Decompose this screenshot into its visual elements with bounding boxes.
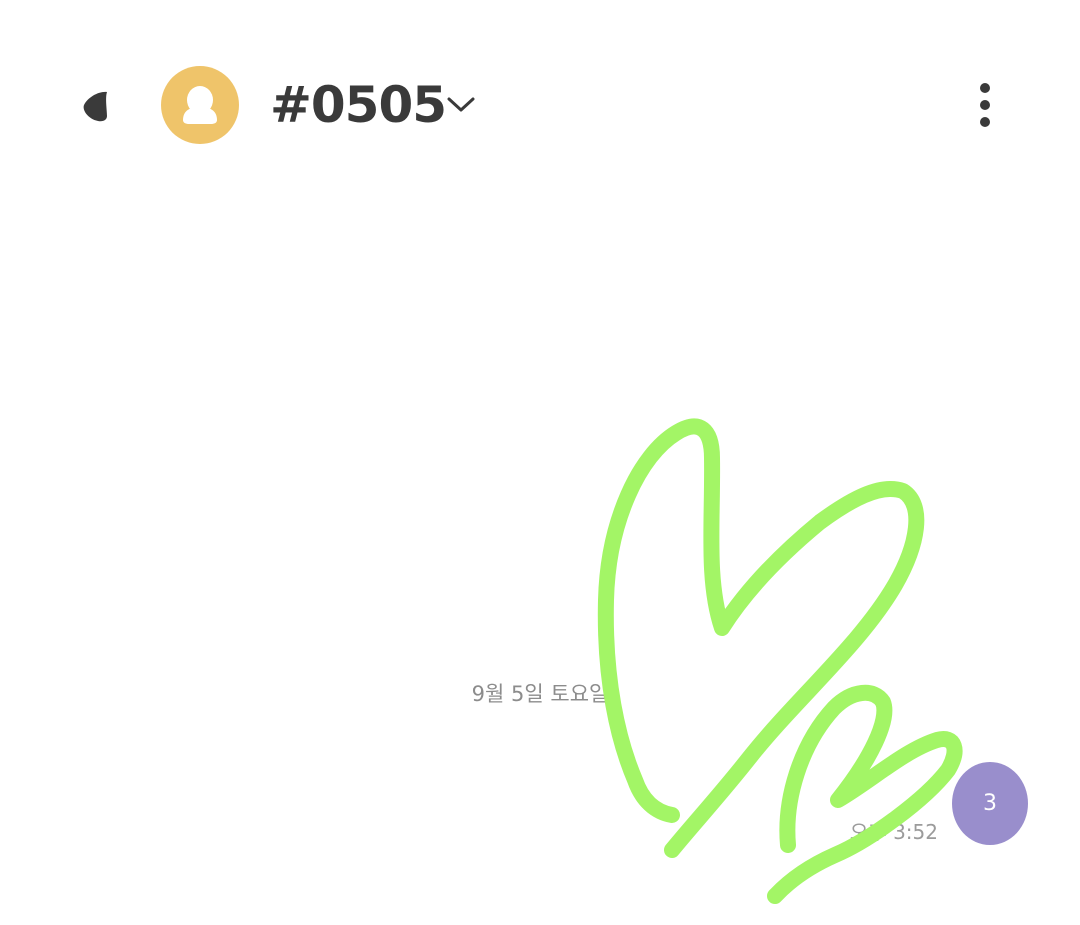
small-heart-stroke — [767, 684, 963, 904]
title-dropdown-button[interactable] — [443, 88, 479, 122]
back-chevron-icon — [83, 91, 107, 122]
more-options-button[interactable] — [962, 78, 1008, 134]
unread-count-badge[interactable]: 3 — [952, 762, 1028, 845]
default-person-icon — [183, 86, 217, 124]
avatar[interactable] — [161, 66, 239, 144]
large-heart-stroke — [597, 418, 925, 858]
chevron-down-icon — [447, 97, 475, 112]
vertical-dots-icon — [980, 83, 990, 127]
message-timestamp: 오후 3:52 — [849, 820, 938, 844]
chat-header: #0505 — [0, 0, 1080, 210]
chat-title[interactable]: #0505 — [270, 72, 447, 138]
back-button[interactable] — [74, 80, 122, 132]
date-divider: 9월 5일 토요일 — [471, 682, 609, 706]
